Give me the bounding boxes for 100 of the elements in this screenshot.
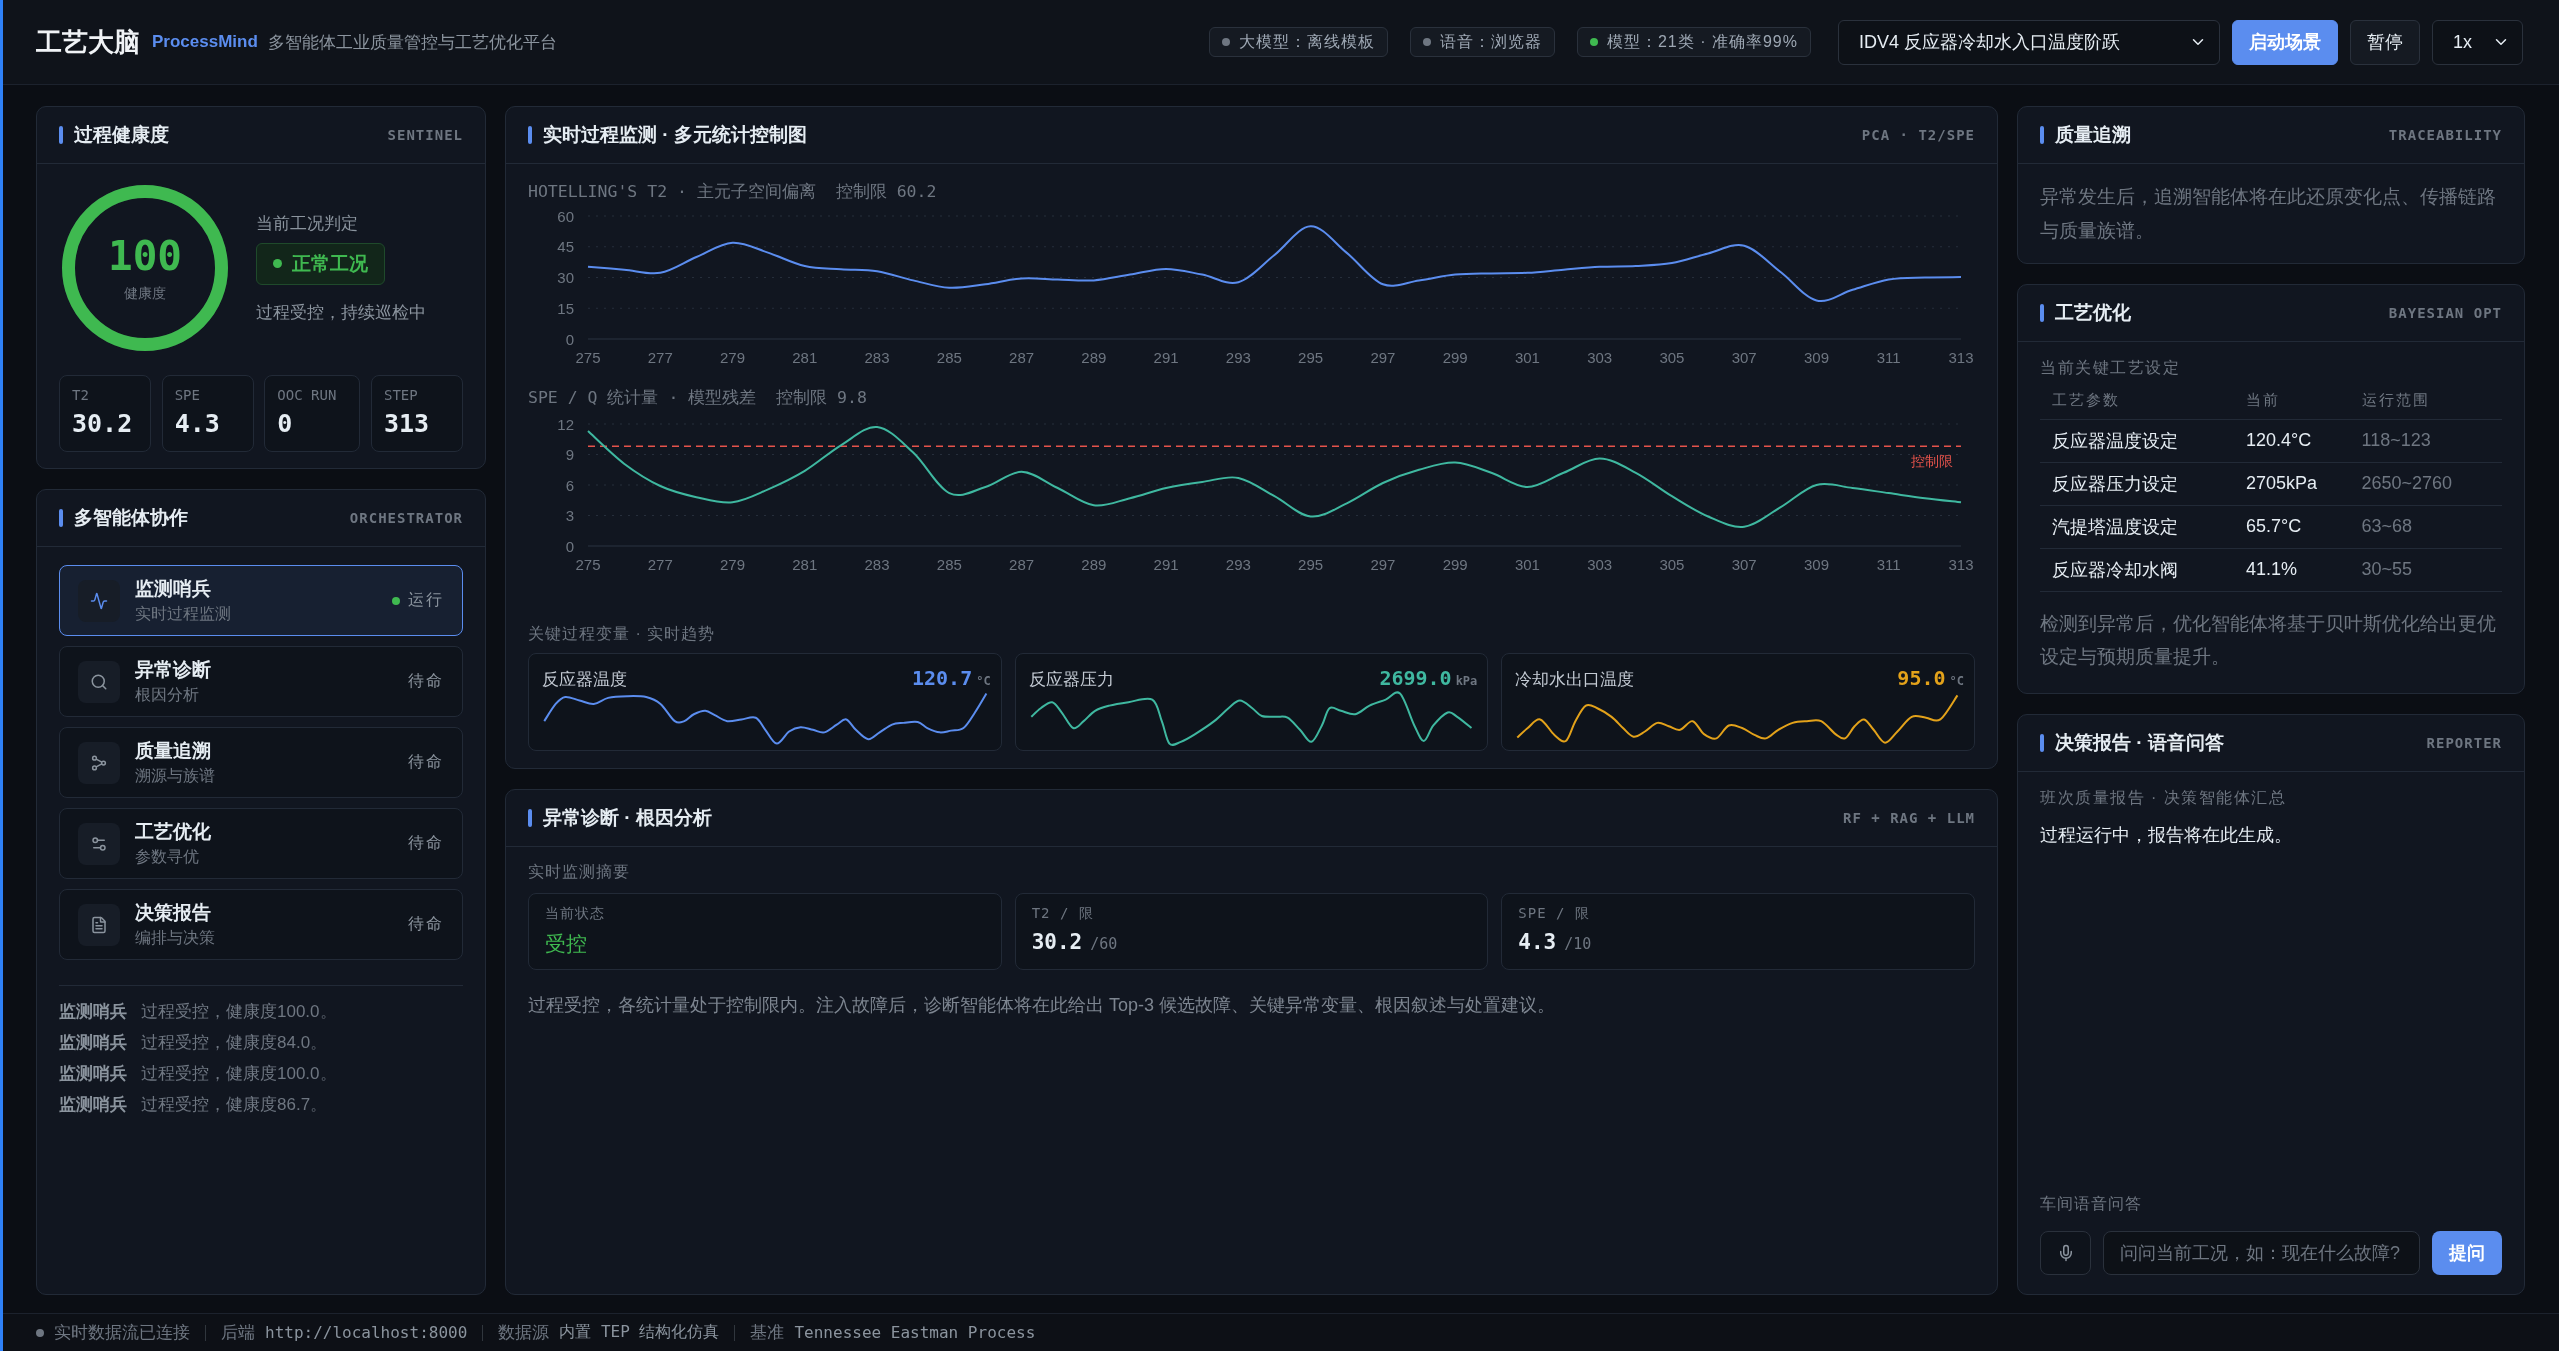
agent-role: 参数寻优 — [135, 847, 200, 867]
metric-value: 30.2 — [1031, 930, 1083, 954]
title-accent-bar — [59, 509, 63, 527]
panel-title: 多智能体协作 — [74, 506, 188, 530]
app-subtitle: 多智能体工业质量管控与工艺优化平台 — [267, 31, 557, 54]
axis-label: 313 — [1948, 555, 1974, 573]
action-button[interactable]: 暂停 — [2350, 19, 2420, 65]
log-agent: 监测哨兵 — [59, 1032, 127, 1054]
health-score: 100 — [107, 233, 183, 279]
panel-tag: SENTINEL — [387, 127, 463, 143]
speed-select[interactable]: 1x — [2432, 19, 2523, 65]
agent-role: 编排与决策 — [135, 928, 216, 948]
table-cell: 汽提塔温度设定 — [2040, 505, 2235, 548]
question-input[interactable]: 问问当前工况，如：现在什么故障? — [2103, 1231, 2420, 1275]
agent-status: 待命 — [408, 833, 444, 853]
status-dot-icon — [273, 259, 282, 268]
axis-label: 275 — [575, 555, 601, 573]
panel-title: 异常诊断 · 根因分析 — [543, 806, 712, 830]
axis-label: 303 — [1587, 555, 1613, 573]
title-accent-bar — [59, 126, 63, 144]
axis-label: 6 — [565, 476, 574, 494]
axis-label: 30 — [557, 269, 574, 286]
section-label: 实时监测摘要 — [528, 862, 631, 882]
trend-label: 反应器压力 — [1028, 669, 1114, 691]
axis-label: 311 — [1876, 348, 1901, 366]
section-label: 当前关键工艺设定 — [2040, 358, 2181, 378]
section-label: 车间语音问答 — [2040, 1194, 2143, 1214]
agent-card[interactable]: 监测哨兵 实时过程监测 运行 — [59, 565, 463, 636]
log-message: 过程受控，健康度100.0。 — [141, 1001, 337, 1023]
pulse-icon — [78, 579, 120, 622]
axis-label: 287 — [1009, 555, 1035, 573]
axis-label: 281 — [792, 348, 818, 366]
agent-name: 异常诊断 — [135, 658, 212, 682]
axis-label: 307 — [1731, 555, 1757, 573]
axis-label: 289 — [1081, 348, 1107, 366]
agent-card[interactable]: 质量追溯 溯源与族谱 待命 — [59, 727, 463, 798]
axis-label: 295 — [1298, 348, 1324, 366]
trend-label: 反应器温度 — [542, 669, 627, 691]
stat-value: 313 — [383, 409, 431, 438]
optimize-text: 检测到异常后，优化智能体将基于贝叶斯优化给出更优设定与预期质量提升。 — [2040, 611, 2497, 669]
axis-label: 275 — [575, 348, 601, 366]
panel-title: 实时过程监测 · 多元统计控制图 — [543, 123, 807, 147]
diagnosis-text: 过程受控，各统计量处于控制限内。注入故障后，诊断智能体将在此给出 Top-3 候选故障、关键异常变量、根因叙述与处置建议。 — [528, 994, 1557, 1017]
axis-label: 287 — [1009, 348, 1035, 366]
table-header-cell: 运行范围 — [2349, 383, 2502, 419]
panel-title: 工艺优化 — [2055, 301, 2131, 325]
voice-input-button[interactable] — [2040, 1231, 2091, 1275]
stat-value: 30.2 — [72, 409, 134, 438]
status-value: http://localhost:8000 — [265, 1323, 468, 1342]
status-value: 受控 — [545, 931, 587, 957]
status-label: 后端 — [221, 1322, 255, 1344]
axis-label: 0 — [565, 330, 574, 348]
document-icon — [78, 903, 120, 946]
panel-tag: TRACEABILITY — [2388, 127, 2502, 143]
axis-label: 305 — [1659, 555, 1685, 573]
axis-label: 311 — [1876, 555, 1901, 573]
axis-label: 309 — [1803, 555, 1829, 573]
axis-label: 9 — [565, 446, 574, 463]
status-value: 内置 TEP 结构化仿真 — [559, 1322, 720, 1343]
brand-name: ProcessMind — [152, 32, 258, 52]
search-icon — [78, 660, 120, 703]
status-text: 大模型：离线模板 — [1238, 31, 1375, 52]
status-label: 数据源 — [498, 1322, 550, 1344]
panel-tag: BAYESIAN OPT — [2388, 305, 2502, 321]
axis-label: 12 — [557, 415, 574, 433]
log-message: 过程受控，健康度86.7。 — [141, 1094, 328, 1116]
agent-card[interactable]: 工艺优化 参数寻优 待命 — [59, 808, 463, 879]
trend-label: 冷却水出口温度 — [1515, 669, 1635, 691]
section-label: 班次质量报告 · 决策智能体汇总 — [2040, 788, 2288, 808]
axis-label: 279 — [720, 555, 746, 573]
status-note: 过程受控，持续巡检中 — [256, 301, 426, 324]
axis-label: 15 — [557, 299, 574, 317]
agent-card[interactable]: 决策报告 编排与决策 待命 — [59, 889, 463, 960]
log-agent: 监测哨兵 — [59, 1094, 127, 1116]
axis-label: 301 — [1514, 555, 1540, 573]
panel-title: 质量追溯 — [2055, 123, 2131, 147]
axis-label: 285 — [936, 555, 962, 573]
scenario-select[interactable]: IDV4 反应器冷却水入口温度阶跃 — [1838, 19, 2220, 65]
table-cell: 反应器温度设定 — [2040, 419, 2235, 462]
connection-status: 实时数据流已连接 — [54, 1322, 190, 1344]
metric-value: 4.3 — [1518, 930, 1557, 954]
title-accent-bar — [528, 126, 532, 144]
trend-unit: °C — [976, 674, 991, 688]
table-header-cell: 当前 — [2234, 383, 2350, 419]
status-text: 正常工况 — [292, 251, 368, 276]
agent-status: 待命 — [408, 671, 444, 691]
title-accent-bar — [2040, 304, 2044, 322]
status-dot-icon — [392, 596, 400, 605]
table-header-cell: 工艺参数 — [2040, 383, 2235, 419]
axis-label: 295 — [1298, 555, 1324, 573]
judgement-label: 当前工况判定 — [256, 212, 358, 235]
table-cell: 120.4°C — [2234, 419, 2350, 462]
table-cell: 2705kPa — [2234, 462, 2350, 505]
agent-card[interactable]: 异常诊断 根因分析 待命 — [59, 646, 463, 717]
trend-value: 2699.0 — [1379, 666, 1452, 690]
status-text: 模型：21类 · 准确率99% — [1606, 31, 1798, 52]
axis-label: 283 — [864, 555, 890, 573]
stat-value: 4.3 — [174, 409, 221, 438]
agent-name: 监测哨兵 — [135, 577, 212, 601]
panel-tag: REPORTER — [2426, 735, 2502, 751]
